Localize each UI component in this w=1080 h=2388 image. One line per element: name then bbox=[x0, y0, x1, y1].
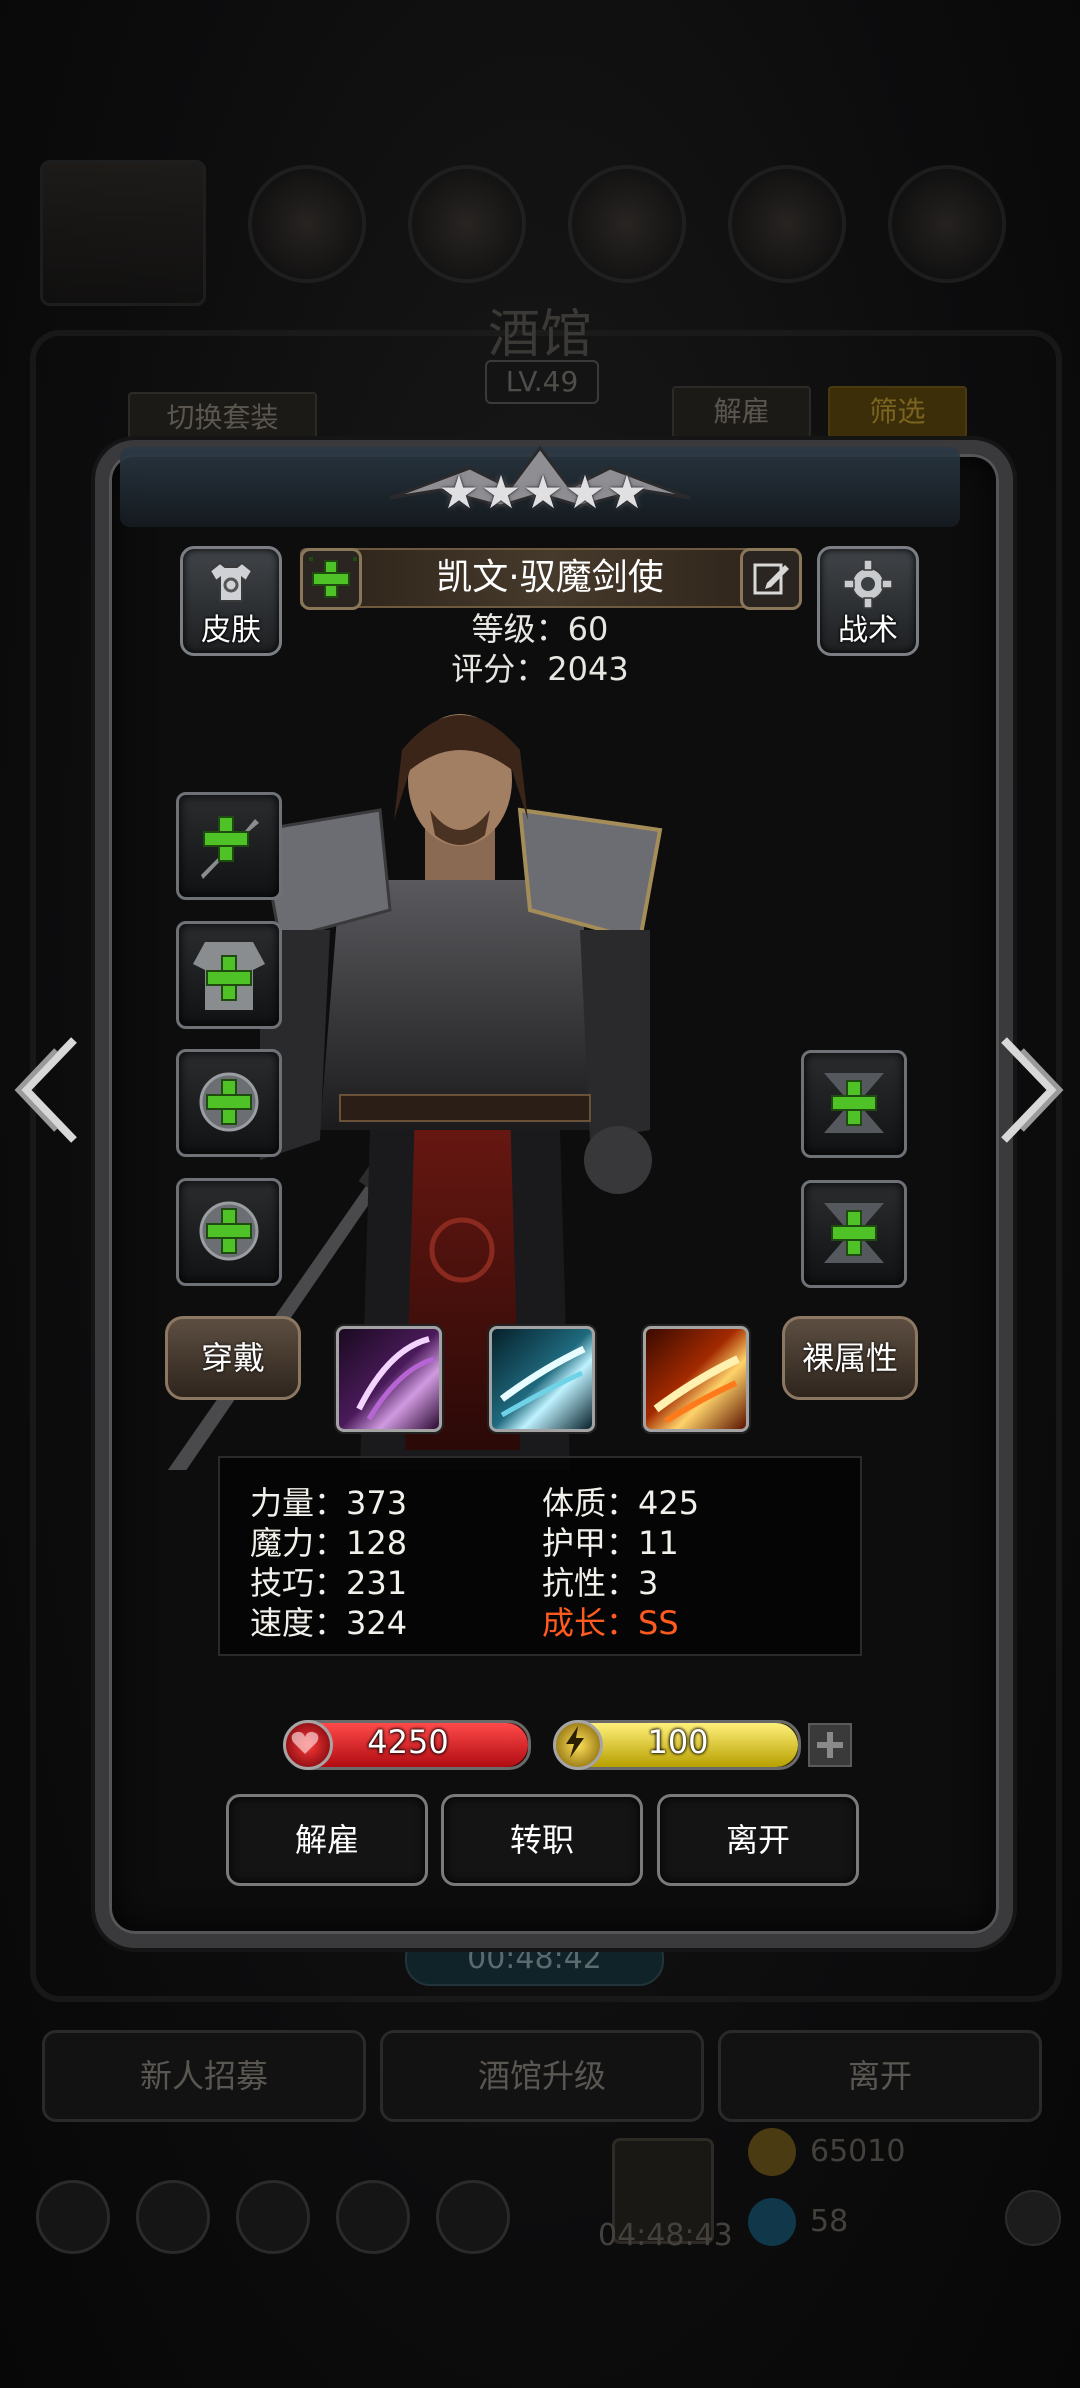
ring-add-icon bbox=[199, 1201, 259, 1261]
plus-icon bbox=[309, 557, 357, 601]
bg-menu-icon bbox=[248, 165, 366, 283]
bg-menu-icon bbox=[888, 165, 1006, 283]
bg-gem-amount: 58 bbox=[810, 2204, 849, 2239]
bg-switch-outfit-button: 切换套装 bbox=[128, 392, 317, 444]
stat-growth: 成长：SS bbox=[542, 1604, 679, 1642]
bg-gift-timer: 04:48:43 bbox=[598, 2218, 733, 2253]
skin-button[interactable]: 皮肤 bbox=[180, 546, 282, 656]
skill-wind-icon[interactable] bbox=[489, 1326, 595, 1432]
bg-title: 酒馆 bbox=[487, 305, 592, 365]
bg-bottom-icon bbox=[436, 2180, 510, 2254]
plus-icon bbox=[817, 1732, 843, 1758]
hero-score: 评分：2043 bbox=[451, 650, 629, 688]
bg-menu-icon bbox=[728, 165, 846, 283]
skill-fire-icon[interactable] bbox=[643, 1326, 749, 1432]
hero-name: 凯文·驭魔剑使 bbox=[436, 557, 664, 598]
leave-button[interactable]: 离开 bbox=[657, 1794, 859, 1886]
stat-speed: 速度：324 bbox=[250, 1604, 408, 1642]
bg-gem-icon bbox=[748, 2198, 796, 2246]
hourglass-add-icon bbox=[824, 1203, 884, 1263]
ring-add-icon bbox=[199, 1072, 259, 1132]
bg-filter-tab: 筛选 bbox=[828, 386, 967, 438]
bg-bottom-icon bbox=[236, 2180, 310, 2254]
star-icon: ★ bbox=[480, 465, 522, 519]
sword-add-icon bbox=[201, 816, 259, 879]
skin-label: 皮肤 bbox=[201, 613, 261, 648]
bg-bottom-icon bbox=[36, 2180, 110, 2254]
prev-hero-arrow[interactable] bbox=[12, 1030, 88, 1170]
accessory-slot-2[interactable] bbox=[176, 1178, 282, 1286]
next-hero-arrow[interactable] bbox=[990, 1030, 1066, 1170]
chevron-left-icon bbox=[14, 1037, 77, 1143]
armor-slot[interactable] bbox=[176, 921, 282, 1029]
add-energy-button[interactable] bbox=[808, 1723, 852, 1767]
stats-panel: 力量：373 魔力：128 技巧：231 速度：324 体质：425 护甲：11… bbox=[218, 1456, 862, 1656]
dismiss-button[interactable]: 解雇 bbox=[226, 1794, 428, 1886]
star-icon: ★ bbox=[522, 465, 564, 519]
bare-stats-button[interactable]: 裸属性 bbox=[782, 1316, 918, 1400]
armor-add-icon bbox=[193, 942, 265, 1010]
add-button[interactable] bbox=[300, 548, 362, 610]
tactics-label: 战术 bbox=[838, 613, 898, 648]
edit-icon bbox=[753, 563, 789, 595]
bg-gold-amount: 65010 bbox=[810, 2134, 906, 2169]
bg-menu-icon bbox=[568, 165, 686, 283]
star-icon: ★ bbox=[606, 465, 648, 519]
rename-button[interactable] bbox=[740, 548, 802, 610]
bg-menu-icon bbox=[408, 165, 526, 283]
bg-gold-icon bbox=[748, 2128, 796, 2176]
bg-leave-button: 离开 bbox=[718, 2030, 1042, 2122]
hero-name-bar: 凯文·驭魔剑使 bbox=[300, 548, 800, 608]
rune-slot[interactable] bbox=[801, 1050, 907, 1158]
bg-add-icon bbox=[1005, 2190, 1061, 2246]
chevron-right-icon bbox=[1001, 1037, 1064, 1143]
heart-icon bbox=[283, 1720, 333, 1770]
wear-button[interactable]: 穿戴 bbox=[165, 1316, 301, 1400]
bg-hero-portrait bbox=[40, 160, 206, 306]
star-icon: ★ bbox=[564, 465, 606, 519]
tactics-button[interactable]: 战术 bbox=[817, 546, 919, 656]
hourglass-add-icon bbox=[824, 1073, 884, 1133]
job-change-button[interactable]: 转职 bbox=[441, 1794, 643, 1886]
bg-recruit-button: 新人招募 bbox=[42, 2030, 366, 2122]
skill-slash-icon[interactable] bbox=[336, 1326, 442, 1432]
star-icon: ★ bbox=[438, 465, 480, 519]
rune-slot-2[interactable] bbox=[801, 1180, 907, 1288]
bg-bottom-icon bbox=[336, 2180, 410, 2254]
bg-level: LV.49 bbox=[485, 360, 599, 404]
accessory-slot[interactable] bbox=[176, 1049, 282, 1157]
bg-bottom-icon bbox=[136, 2180, 210, 2254]
weapon-slot[interactable] bbox=[176, 792, 282, 900]
bg-upgrade-button: 酒馆升级 bbox=[380, 2030, 704, 2122]
lightning-icon bbox=[553, 1720, 603, 1770]
